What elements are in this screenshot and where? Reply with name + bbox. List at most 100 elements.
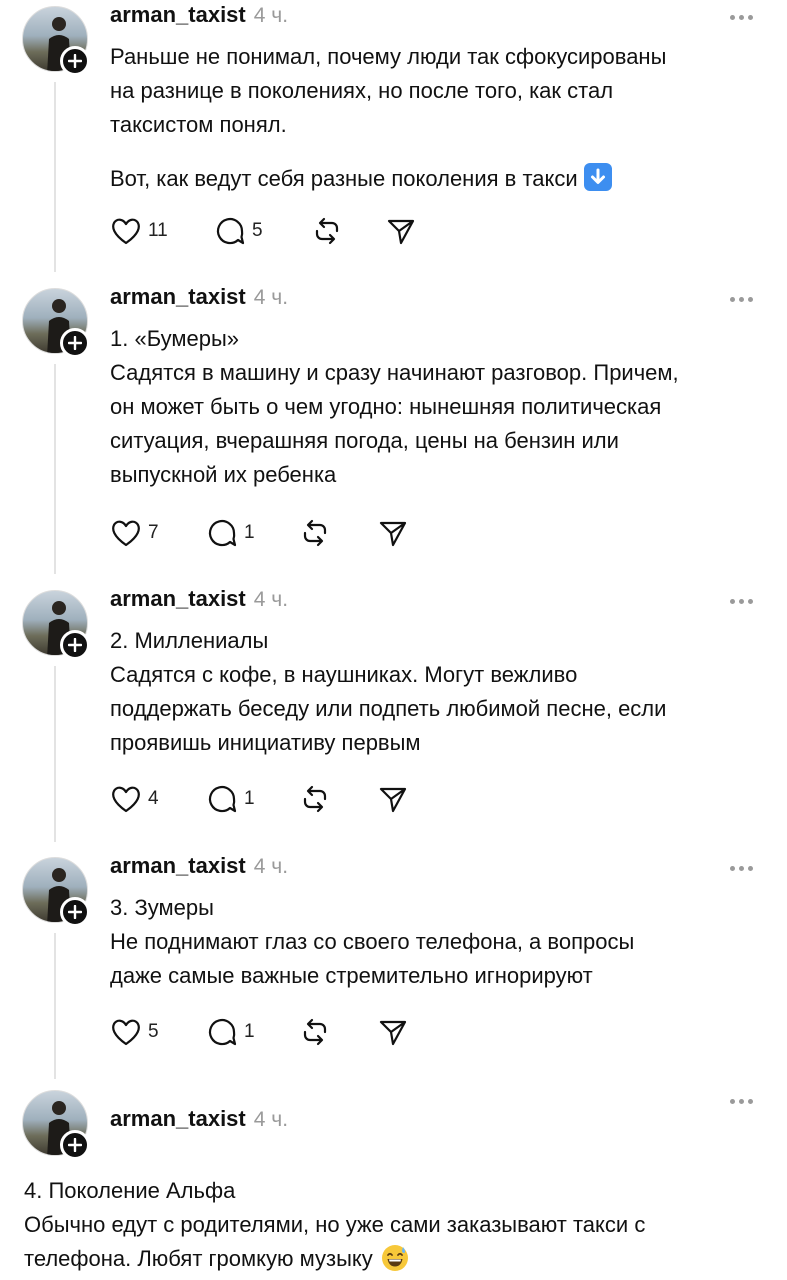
text-line: Раньше не понимал, почему люди так сфоку…: [110, 44, 667, 69]
text-line: он может быть о чем угодно: нынешняя пол…: [110, 394, 662, 419]
repost-button[interactable]: [300, 516, 330, 550]
more-icon[interactable]: [730, 10, 760, 24]
text-line: Вот, как ведут себя разные поколения в т…: [110, 166, 578, 191]
reply-count: 1: [244, 522, 255, 543]
text-line: таксистом понял.: [110, 112, 287, 137]
repost-button[interactable]: [312, 214, 342, 248]
post-text: 3. Зумеры Не поднимают глаз со своего те…: [110, 891, 634, 993]
post: arman_taxist 4 ч. 4. Поколение Альфа Обы…: [0, 1086, 787, 1280]
like-count: 4: [148, 788, 159, 809]
reply-button[interactable]: 1: [206, 782, 255, 816]
text-line: Садятся с кофе, в наушниках. Могут вежли…: [110, 662, 578, 687]
text-line: 2. Миллениалы: [110, 628, 269, 653]
heart-icon: [112, 218, 140, 245]
send-icon: [387, 219, 415, 245]
username[interactable]: arman_taxist: [110, 2, 246, 28]
timestamp: 4 ч.: [253, 1108, 289, 1131]
reply-count: 1: [244, 788, 255, 809]
send-icon: [379, 1020, 407, 1046]
text-line: 1. «Бумеры»: [110, 326, 240, 351]
repost-button[interactable]: [300, 782, 330, 816]
repost-icon: [303, 519, 327, 547]
heart-icon: [112, 520, 140, 547]
text-line: телефона. Любят громкую музыку: [24, 1246, 373, 1271]
like-button[interactable]: 5: [110, 1015, 159, 1049]
like-count: 7: [148, 522, 159, 543]
timestamp: 4 ч.: [253, 855, 289, 878]
avatar[interactable]: [22, 857, 90, 927]
heart-icon: [112, 1019, 140, 1046]
plus-icon: [68, 336, 82, 350]
avatar[interactable]: [22, 590, 90, 660]
like-count: 11: [148, 220, 168, 241]
comment-icon: [208, 786, 237, 813]
plus-icon: [68, 54, 82, 68]
post: arman_taxist 4 ч. 2. Миллениалы Садятся …: [0, 584, 787, 842]
post-text: 2. Миллениалы Садятся с кофе, в наушника…: [110, 624, 666, 760]
share-button[interactable]: [378, 516, 408, 550]
post: arman_taxist 4 ч. 1. «Бумеры» Садятся в …: [0, 282, 787, 574]
follow-button[interactable]: [60, 1130, 90, 1160]
post-text: 1. «Бумеры» Садятся в машину и сразу нач…: [110, 322, 679, 492]
comment-icon: [216, 218, 245, 245]
like-button[interactable]: 4: [110, 782, 159, 816]
reply-count: 1: [244, 1021, 255, 1042]
avatar[interactable]: [22, 288, 90, 358]
text-line: даже самые важные стремительно игнорирую…: [110, 963, 593, 988]
send-icon: [379, 787, 407, 813]
text-line: проявишь инициативу первым: [110, 730, 421, 755]
text-line: Садятся в машину и сразу начинают разгов…: [110, 360, 679, 385]
follow-button[interactable]: [60, 328, 90, 358]
more-icon[interactable]: [730, 1094, 760, 1108]
post-header: arman_taxist 4 ч.: [110, 853, 288, 879]
like-count: 5: [148, 1021, 159, 1042]
down-arrow-emoji-icon: [583, 163, 612, 191]
share-button[interactable]: [378, 782, 408, 816]
comment-icon: [208, 1019, 237, 1046]
text-line: 4. Поколение Альфа: [24, 1178, 236, 1203]
post-header: arman_taxist 4 ч.: [110, 2, 288, 28]
text-line: выпускной их ребенка: [110, 462, 337, 487]
like-button[interactable]: 7: [110, 516, 159, 550]
text-line: ситуация, вчерашняя погода, цены на бенз…: [110, 428, 619, 453]
repost-icon: [303, 1018, 327, 1046]
thread-line: [54, 82, 56, 272]
post: arman_taxist 4 ч. 3. Зумеры Не поднимают…: [0, 851, 787, 1079]
like-button[interactable]: 11: [110, 214, 168, 248]
repost-button[interactable]: [300, 1015, 330, 1049]
follow-button[interactable]: [60, 897, 90, 927]
reply-button[interactable]: 5: [214, 214, 263, 248]
timestamp: 4 ч.: [253, 286, 289, 309]
username[interactable]: arman_taxist: [110, 853, 246, 879]
reply-button[interactable]: 1: [206, 1015, 255, 1049]
post-text: Раньше не понимал, почему люди так сфоку…: [110, 40, 666, 142]
thread-line: [54, 666, 56, 842]
heart-icon: [112, 786, 140, 813]
reply-count: 5: [252, 220, 263, 241]
avatar[interactable]: [22, 6, 90, 76]
text-line: на разнице в поколениях, но после того, …: [110, 78, 614, 103]
post-text: Вот, как ведут себя разные поколения в т…: [110, 162, 612, 196]
timestamp: 4 ч.: [253, 4, 289, 27]
follow-button[interactable]: [60, 630, 90, 660]
share-button[interactable]: [386, 214, 416, 248]
repost-icon: [315, 217, 339, 245]
reply-button[interactable]: 1: [206, 516, 255, 550]
text-line: 3. Зумеры: [110, 895, 214, 920]
more-icon[interactable]: [730, 861, 760, 875]
plus-icon: [68, 905, 82, 919]
sweat-smile-emoji-icon: [381, 1245, 408, 1271]
post-header: arman_taxist 4 ч.: [110, 1106, 288, 1132]
username[interactable]: arman_taxist: [110, 284, 246, 310]
post: arman_taxist 4 ч. Раньше не понимал, поч…: [0, 0, 787, 272]
thread-line: [54, 364, 56, 574]
text-line: поддержать беседу или подпеть любимой пе…: [110, 696, 667, 721]
more-icon[interactable]: [730, 292, 760, 306]
post-header: arman_taxist 4 ч.: [110, 284, 288, 310]
username[interactable]: arman_taxist: [110, 586, 246, 612]
more-icon[interactable]: [730, 594, 760, 608]
avatar[interactable]: [22, 1090, 90, 1160]
share-button[interactable]: [378, 1015, 408, 1049]
follow-button[interactable]: [60, 46, 90, 76]
username[interactable]: arman_taxist: [110, 1106, 246, 1132]
